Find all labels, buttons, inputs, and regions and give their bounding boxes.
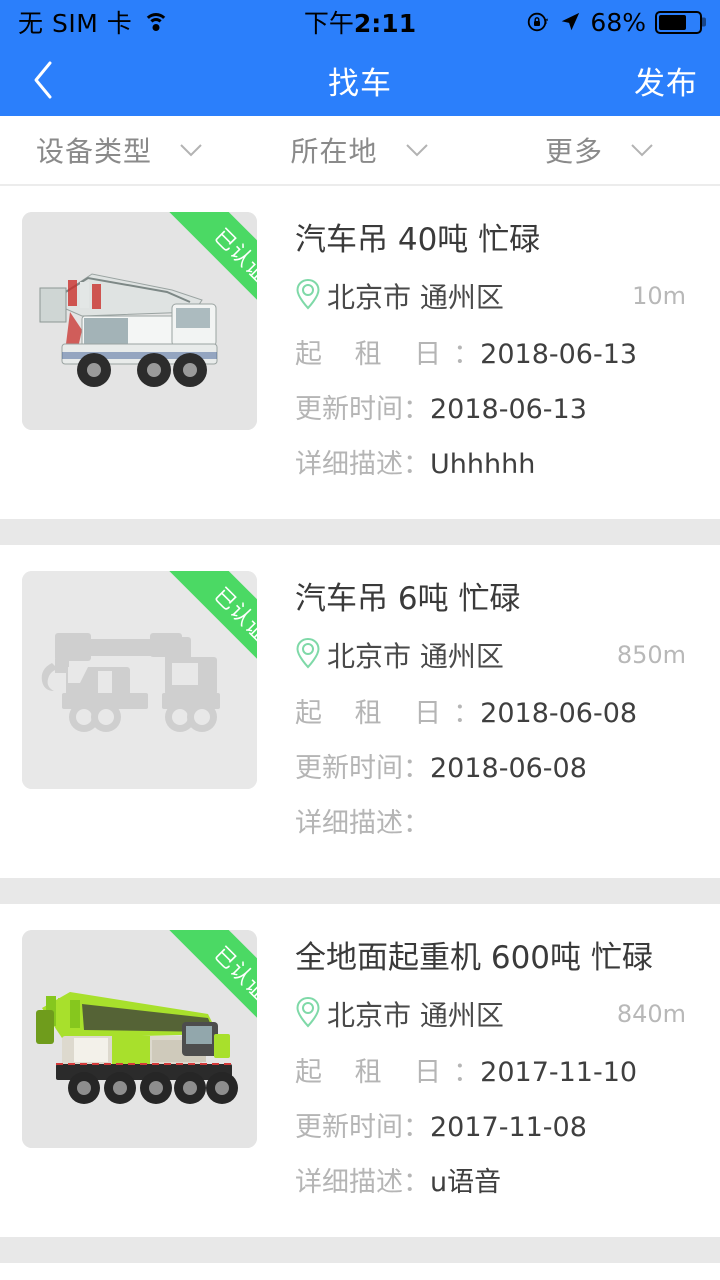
description-label: 详细描述 (295, 1167, 403, 1198)
listing-title: 全地面起重机 600吨 忙碌 (295, 940, 653, 976)
crane-photo (22, 930, 257, 1148)
map-pin-icon (295, 278, 321, 314)
chevron-down-icon (180, 144, 202, 157)
meta-separator: ： (403, 394, 430, 425)
description-label: 详细描述 (295, 808, 403, 839)
listing-distance: 850m (616, 641, 686, 669)
listing-location: 北京市 通州区 (327, 640, 504, 673)
list-separator (0, 1237, 720, 1263)
listing-distance: 10m (632, 282, 686, 310)
listing-info: 汽车吊 6吨 忙碌 北京市 通州区 850m 起 租 日：2018-06-08 … (257, 571, 698, 856)
map-pin-icon (296, 637, 320, 669)
status-bar: 无 SIM 卡 下午2:11 68% (0, 0, 720, 44)
filter-more[interactable]: 更多 (480, 130, 720, 170)
update-time-value: 2018-06-13 (430, 394, 587, 425)
listing-thumbnail[interactable]: 已认证 (22, 571, 257, 789)
status-bar-right: 68% (526, 8, 702, 37)
listing-card[interactable]: 已认证 汽车吊 10吨 忙碌 北京市 通州区 起 租 日： 更新时间： 详细描述… (0, 1263, 720, 1280)
update-time-value: 2018-06-08 (430, 753, 587, 784)
filter-label: 设备类型 (35, 135, 152, 168)
meta-separator: ： (453, 698, 481, 729)
listing-card[interactable]: 已认证 汽车吊 6吨 忙碌 北京市 通州区 850m 起 租 日：2018-06… (0, 545, 720, 878)
listing-info: 全地面起重机 600吨 忙碌 北京市 通州区 840m 起 租 日：2017-1… (257, 930, 698, 1215)
listing-thumbnail[interactable]: 已认证 (22, 212, 257, 430)
listing-card[interactable]: 已认证 汽车吊 40吨 忙碌 北京市 通州区 10m 起 租 日：2018-06… (0, 186, 720, 519)
nav-bar: 找车 发布 (0, 44, 720, 116)
listing-title: 汽车吊 6吨 忙碌 (295, 581, 521, 617)
listing-title: 汽车吊 40吨 忙碌 (295, 222, 541, 258)
filter-location[interactable]: 所在地 (240, 130, 480, 170)
carrier-label: 无 SIM 卡 (18, 9, 133, 38)
update-time-value: 2017-11-08 (430, 1112, 587, 1143)
listing-update-time-row: 更新时间：2018-06-08 (295, 746, 698, 785)
map-pin-icon (296, 996, 320, 1028)
filter-equipment-type[interactable]: 设备类型 (0, 130, 240, 170)
chevron-left-icon (34, 61, 52, 99)
meta-separator: ： (403, 808, 430, 839)
description-value: u语音 (430, 1167, 502, 1198)
filter-bar: 设备类型 所在地 更多 (0, 116, 720, 186)
listing-distance: 840m (616, 1000, 686, 1028)
start-date-value: 2018-06-08 (480, 698, 638, 729)
map-pin-icon (296, 278, 320, 310)
meta-separator: ： (453, 339, 481, 370)
back-button[interactable] (22, 58, 66, 102)
listing-info: 汽车吊 40吨 忙碌 北京市 通州区 10m 起 租 日：2018-06-13 … (257, 212, 698, 497)
meta-separator: ： (403, 753, 430, 784)
battery-percent-label: 68% (590, 7, 646, 37)
listing-location: 北京市 通州区 (327, 999, 504, 1032)
listing-location-row: 北京市 通州区 850m (295, 635, 698, 675)
listing-description-row: 详细描述：Uhhhhh (295, 442, 698, 481)
filter-label: 所在地 (290, 135, 378, 168)
location-arrow-icon (562, 12, 580, 31)
crane-placeholder-icon (22, 571, 257, 789)
crane-photo (22, 212, 257, 430)
filter-label: 更多 (544, 135, 603, 168)
description-value: Uhhhhh (430, 449, 536, 480)
list-separator (0, 519, 720, 545)
listing-start-date-row: 起 租 日：2018-06-13 (295, 332, 698, 371)
start-date-label: 起 租 日 (295, 698, 454, 729)
meta-separator: ： (403, 1167, 430, 1198)
update-time-label: 更新时间 (295, 1112, 403, 1143)
wifi-icon (142, 12, 170, 32)
start-date-label: 起 租 日 (295, 339, 454, 370)
status-bar-left: 无 SIM 卡 (18, 4, 170, 40)
listing-update-time-row: 更新时间：2017-11-08 (295, 1105, 698, 1144)
rotation-lock-icon (528, 12, 549, 32)
map-pin-icon (295, 637, 321, 673)
listing-start-date-row: 起 租 日：2018-06-08 (295, 691, 698, 730)
listing-start-date-row: 起 租 日：2017-11-10 (295, 1050, 698, 1089)
chevron-down-icon (631, 144, 653, 157)
start-date-label: 起 租 日 (295, 1057, 454, 1088)
listing-list: 已认证 汽车吊 40吨 忙碌 北京市 通州区 10m 起 租 日：2018-06… (0, 186, 720, 1280)
battery-fill (659, 14, 686, 30)
page-title: 找车 (328, 65, 392, 102)
listing-location-row: 北京市 通州区 840m (295, 994, 698, 1034)
battery-icon (655, 10, 702, 34)
update-time-label: 更新时间 (295, 394, 403, 425)
publish-button[interactable]: 发布 (634, 58, 698, 103)
clock-ampm: 下午 (303, 9, 354, 38)
listing-card[interactable]: 已认证 全地面起重机 600吨 忙碌 北京市 通州区 840m 起 租 日：20… (0, 904, 720, 1237)
meta-separator: ： (403, 449, 430, 480)
listing-location-row: 北京市 通州区 10m (295, 276, 698, 316)
update-time-label: 更新时间 (295, 753, 403, 784)
chevron-down-icon (405, 144, 428, 157)
listing-update-time-row: 更新时间：2018-06-13 (295, 387, 698, 426)
listing-location: 北京市 通州区 (327, 281, 504, 314)
map-pin-icon (295, 996, 321, 1032)
meta-separator: ： (453, 1057, 481, 1088)
start-date-value: 2018-06-13 (480, 339, 638, 370)
start-date-value: 2017-11-10 (480, 1057, 638, 1088)
listing-description-row: 详细描述：u语音 (295, 1160, 698, 1199)
description-label: 详细描述 (295, 449, 403, 480)
listing-thumbnail[interactable]: 已认证 (22, 930, 257, 1148)
clock-time: 2:11 (353, 9, 417, 38)
listing-description-row: 详细描述： (295, 801, 698, 840)
meta-separator: ： (403, 1112, 430, 1143)
list-separator (0, 878, 720, 904)
